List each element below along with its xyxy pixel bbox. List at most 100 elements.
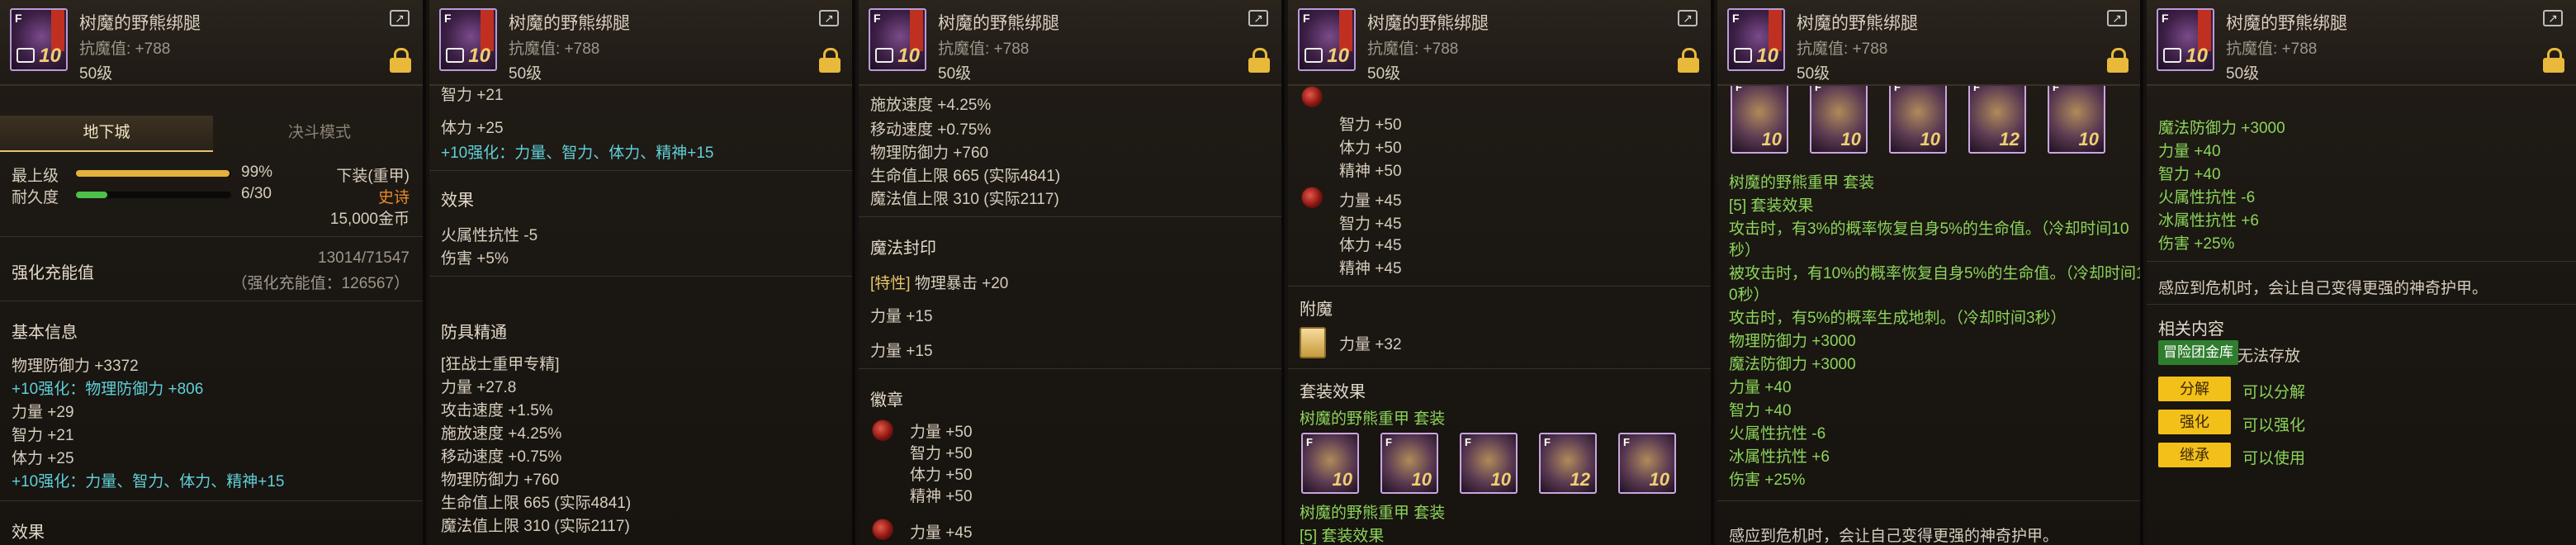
lock-icon[interactable] (2543, 48, 2564, 73)
mastery-line: 移动速度 +0.75% (441, 448, 562, 466)
inherit-button[interactable]: 继承 (2158, 443, 2231, 467)
set-piece-icon[interactable]: F 10 (1810, 78, 1868, 154)
tooltip-header: F 10 树魔的野熊绑腿 抗魔值: +788 50级 ↗ (2147, 0, 2576, 86)
bear-leg-armor-icon[interactable]: F 10 (439, 8, 497, 71)
set-piece-icon[interactable]: F 10 (1301, 433, 1359, 494)
set-piece-icon[interactable]: F 10 (1460, 433, 1518, 494)
item-name: 树魔的野熊绑腿 (938, 14, 1059, 33)
set-name: 树魔的野熊重甲 套装 (1729, 174, 1875, 192)
stat-line: 移动速度 +0.75% (870, 121, 992, 139)
item-level: 50级 (2226, 65, 2260, 83)
set-line: 魔法防御力 +3000 (2158, 120, 2285, 137)
durability-bar (76, 192, 231, 198)
tab-dungeon[interactable]: 地下城 (0, 116, 213, 152)
item-level: 50级 (938, 65, 972, 83)
set-piece-icon[interactable]: F 10 (1731, 78, 1788, 154)
set-piece-icon[interactable]: F 10 (2048, 78, 2105, 154)
share-icon[interactable]: ↗ (2107, 10, 2127, 26)
stat-line: 智力 +21 (12, 427, 74, 444)
share-icon[interactable]: ↗ (390, 10, 410, 26)
seal-icon (446, 48, 464, 63)
bear-leg-armor-icon[interactable]: F 10 (1298, 8, 1356, 71)
seal-icon (2163, 48, 2181, 63)
disassemble-button[interactable]: 分解 (2158, 377, 2231, 401)
share-icon[interactable]: ↗ (819, 10, 839, 26)
stat-line: 施放速度 +4.25% (870, 97, 992, 114)
lock-icon[interactable] (390, 48, 411, 73)
seal-icon (875, 48, 893, 63)
set-line: 秒） (1729, 242, 1761, 259)
durability-label: 耐久度 (12, 189, 59, 206)
set-piece-icon[interactable]: F 10 (1618, 433, 1676, 494)
item-name: 树魔的野熊绑腿 (1797, 14, 1918, 33)
tooltip-panel-6: F 10 树魔的野熊绑腿 抗魔值: +788 50级 ↗ 魔法防御力 +3000… (2147, 0, 2576, 545)
set-line: 智力 +40 (1729, 402, 1792, 419)
stat-line: +10强化：力量、智力、体力、精神+15 (12, 473, 285, 490)
set-piece-icon[interactable]: F 10 (1380, 433, 1438, 494)
related-value: 无法存放 (2237, 348, 2301, 365)
item-name: 树魔的野熊绑腿 (79, 14, 201, 33)
adventure-vault-tag: 冒险团金库 (2158, 340, 2238, 365)
enchant-title: 附魔 (1300, 301, 1333, 319)
red-emblem-icon[interactable] (872, 419, 893, 441)
set-name: 树魔的野熊重甲 套装 (1300, 410, 1446, 428)
mastery-line: 魔法值上限 310 (实际2117) (441, 518, 630, 535)
set-line: 0秒） (1729, 287, 1769, 304)
seal-line: 力量 +15 (870, 343, 933, 360)
set-line: 火属性抗性 -6 (1729, 425, 1826, 443)
stat-line: 生命值上限 665 (实际4841) (870, 168, 1061, 185)
grade-label: 最上级 (12, 168, 59, 185)
magic-resist: 抗魔值: +788 (509, 40, 600, 58)
share-icon[interactable]: ↗ (2543, 10, 2563, 26)
rarity: 史诗 (377, 189, 410, 206)
red-emblem-icon[interactable] (1301, 187, 1323, 208)
related-value: 可以使用 (2242, 450, 2306, 467)
tooltip-panel-3: F 10 树魔的野熊绑腿 抗魔值: +788 50级 ↗ 施放速度 +4.25%… (859, 0, 1285, 545)
bear-leg-armor-icon[interactable]: F 10 (1727, 8, 1785, 71)
lock-icon[interactable] (1678, 48, 1699, 73)
lock-icon[interactable] (819, 48, 841, 73)
share-icon[interactable]: ↗ (1248, 10, 1268, 26)
emblem-line: 智力 +50 (1339, 116, 1402, 134)
stat-line: 魔法值上限 310 (实际2117) (870, 191, 1059, 208)
tooltip-panel-2: F 10 树魔的野熊绑腿 抗魔值: +788 50级 ↗ 智力 +21 体力 +… (429, 0, 855, 545)
reinforce-sub: （强化充能值：126567） (231, 275, 410, 292)
emblem-line: 力量 +50 (910, 424, 973, 441)
magic-resist: 抗魔值: +788 (1797, 40, 1888, 58)
basic-info-title: 基本信息 (12, 324, 78, 342)
enchant-line: 力量 +32 (1339, 336, 1402, 353)
tooltip-panel-1: F 10 树魔的野熊绑腿 抗魔值: +788 50级 ↗ 地下城 决斗模式 最上… (0, 0, 426, 545)
grade-bar (76, 170, 231, 177)
mastery-title: 防具精通 (441, 324, 507, 342)
reinforce-button[interactable]: 强化 (2158, 410, 2231, 434)
set-piece-icon[interactable]: F 12 (1539, 433, 1597, 494)
emblem-line: 智力 +45 (1339, 216, 1402, 233)
red-emblem-icon[interactable] (872, 519, 893, 540)
related-value: 可以分解 (2242, 384, 2306, 401)
item-name: 树魔的野熊绑腿 (2226, 14, 2347, 33)
related-title: 相关内容 (2158, 320, 2224, 339)
set-piece-icon[interactable]: F 10 (1889, 78, 1947, 154)
seal-icon (1305, 48, 1323, 63)
bear-leg-armor-icon[interactable]: F 10 (2157, 8, 2214, 71)
magic-seal-title: 魔法封印 (870, 239, 936, 258)
emblem-line: 体力 +45 (1339, 237, 1402, 254)
item-name: 树魔的野熊绑腿 (509, 14, 630, 33)
item-level: 50级 (1367, 65, 1401, 83)
bear-leg-armor-icon[interactable]: F 10 (10, 8, 68, 71)
set-piece-icon[interactable]: F 12 (1968, 78, 2026, 154)
tooltip-panel-5: F 10 树魔的野熊绑腿 抗魔值: +788 50级 ↗ F 10 F 10 F 10… (1717, 0, 2143, 545)
lock-icon[interactable] (1248, 48, 1270, 73)
enchant-card-icon[interactable] (1300, 327, 1326, 358)
seal-line: [特性] 物理暴击 +20 (870, 275, 1009, 292)
stat-line: 物理防御力 +760 (870, 145, 989, 162)
emblem-line: 智力 +50 (910, 445, 973, 462)
tab-pvp[interactable]: 决斗模式 (213, 116, 423, 150)
set-line: 魔法防御力 +3000 (1729, 356, 1856, 373)
set-line: 攻击时，有3%的概率恢复自身5%的生命值。（冷却时间10 (1729, 220, 2129, 238)
lock-icon[interactable] (2107, 48, 2129, 73)
bear-leg-armor-icon[interactable]: F 10 (869, 8, 926, 71)
red-emblem-icon[interactable] (1301, 86, 1323, 107)
emblem-line: 体力 +50 (910, 467, 973, 484)
share-icon[interactable]: ↗ (1678, 10, 1698, 26)
